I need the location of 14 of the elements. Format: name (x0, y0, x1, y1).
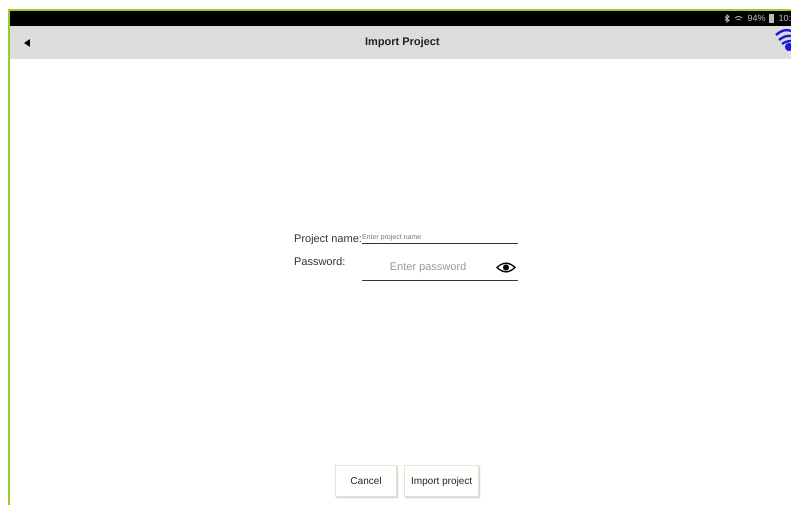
wifi-icon[interactable] (774, 27, 791, 53)
back-triangle-icon (24, 38, 30, 46)
action-button[interactable]: Cancel (335, 465, 397, 497)
field-label: Password: (294, 254, 346, 270)
screen-title: Import Project (365, 35, 440, 50)
battery-icon (769, 14, 774, 23)
eye-icon[interactable] (496, 262, 516, 272)
battery-percentage: 94% (747, 12, 766, 25)
field-label: Project name: (294, 232, 362, 247)
bluetooth-icon (724, 14, 730, 23)
signal-icon (734, 14, 744, 22)
action-button[interactable]: Import project (404, 465, 480, 497)
clock-time: 10: (778, 12, 791, 25)
password-field[interactable]: Enter password (362, 254, 518, 280)
